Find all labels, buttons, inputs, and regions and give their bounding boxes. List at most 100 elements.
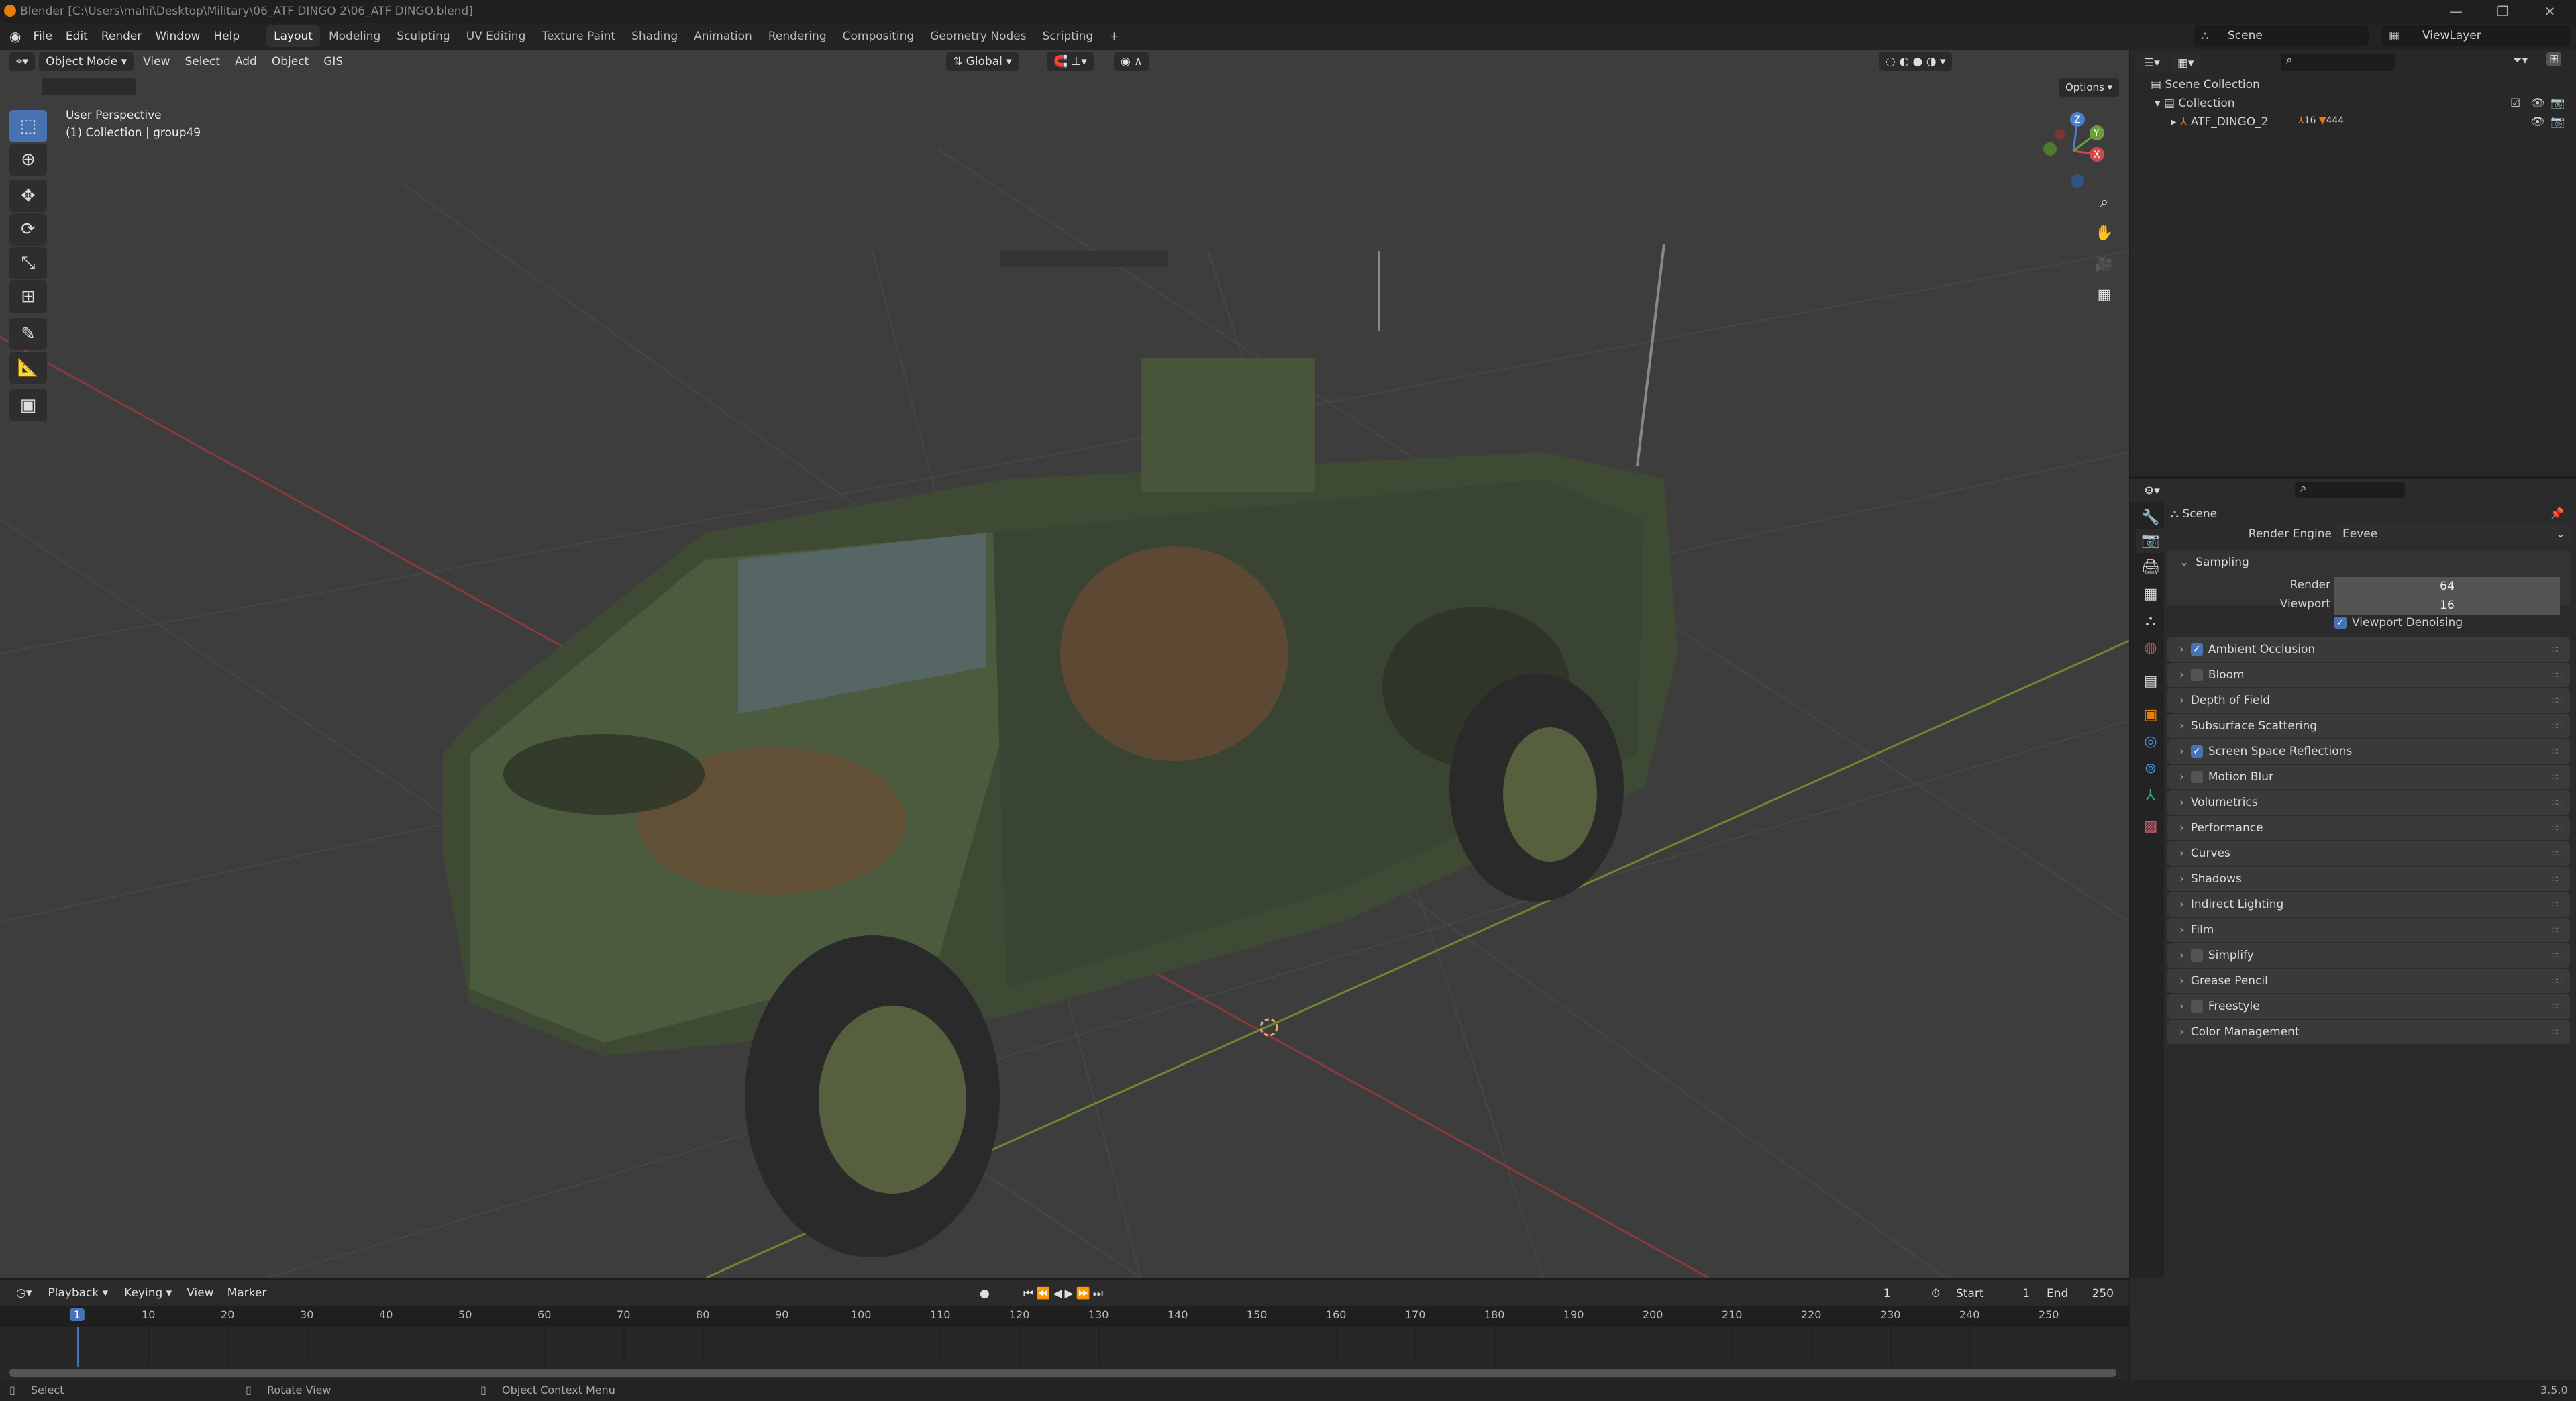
minimize-button[interactable]: — <box>2436 0 2476 23</box>
drag-handle-icon[interactable]: ∷∷ <box>2552 943 2562 968</box>
panel-depth-of-field[interactable]: › Depth of Field ∷∷ <box>2167 688 2570 713</box>
navigation-gizmo[interactable]: Z X Y <box>2033 107 2114 195</box>
rotate-tool[interactable]: ⟳ <box>9 213 47 246</box>
workspace-tab-shading[interactable]: Shading <box>624 25 685 47</box>
editor-type-button[interactable]: ⌖▾ <box>9 52 36 71</box>
drag-handle-icon[interactable]: ∷∷ <box>2552 688 2562 713</box>
new-collection-button[interactable]: ⊞ <box>2546 52 2562 66</box>
outliner-display-mode[interactable]: ☰▾ <box>2137 54 2167 72</box>
playback-menu[interactable]: Playback ▾ <box>41 1284 115 1302</box>
drag-handle-icon[interactable]: ∷∷ <box>2552 1020 2562 1044</box>
render-engine-dropdown[interactable]: Eevee ⌄ <box>2336 525 2571 543</box>
panel-enable-checkbox[interactable] <box>2190 771 2203 783</box>
scale-tool[interactable]: ⤡ <box>9 247 47 279</box>
tool-tab-icon[interactable]: 🔧 <box>2136 506 2165 530</box>
workspace-tab-modeling[interactable]: Modeling <box>321 25 388 47</box>
select-box-tool[interactable]: ⬚ <box>9 110 47 142</box>
drag-handle-icon[interactable]: ∷∷ <box>2552 841 2562 866</box>
current-frame-indicator[interactable]: 1 <box>69 1308 85 1321</box>
mode-dropdown[interactable]: Object Mode ▾ <box>39 52 134 71</box>
drag-handle-icon[interactable]: ∷∷ <box>2552 663 2562 687</box>
proportional-edit-toggle[interactable]: ◉ ∧ <box>1114 52 1149 71</box>
cursor-tool[interactable]: ⊕ <box>9 144 47 176</box>
workspace-tab-compositing[interactable]: Compositing <box>835 25 922 47</box>
panel-subsurface-scattering[interactable]: › Subsurface Scattering ∷∷ <box>2167 714 2570 738</box>
move-tool[interactable]: ✥ <box>9 180 47 212</box>
workspace-tab-sculpting[interactable]: Sculpting <box>389 25 457 47</box>
transform-tool[interactable]: ⊞ <box>9 280 47 313</box>
panel-simplify[interactable]: › Simplify ∷∷ <box>2167 943 2570 968</box>
playback-controls[interactable]: ⏮⏪◀▶⏩⏭ <box>1017 1284 1113 1303</box>
workspace-tab-uv-editing[interactable]: UV Editing <box>459 25 533 47</box>
drag-handle-icon[interactable]: ∷∷ <box>2552 765 2562 789</box>
close-button[interactable]: ✕ <box>2530 0 2570 23</box>
panel-film[interactable]: › Film ∷∷ <box>2167 918 2570 942</box>
timeline-scrollbar[interactable] <box>9 1369 2116 1377</box>
3d-viewport[interactable]: ⌖▾ Object Mode ▾ View Select Add Object … <box>0 50 2129 1278</box>
selection-mode-buttons[interactable] <box>42 78 136 95</box>
physics-tab-icon[interactable]: ◎ <box>2136 730 2165 754</box>
drag-handle-icon[interactable]: ∷∷ <box>2552 790 2562 815</box>
workspace-tab-geometry-nodes[interactable]: Geometry Nodes <box>923 25 1033 47</box>
drag-handle-icon[interactable]: ∷∷ <box>2552 739 2562 764</box>
blender-menu-icon[interactable]: ◉ <box>9 28 21 44</box>
view-layer-selector[interactable]: ▦ ViewLayer <box>2382 25 2570 46</box>
panel-enable-checkbox[interactable] <box>2190 1000 2203 1013</box>
visibility-eye-icon[interactable]: 👁 <box>2530 97 2545 110</box>
panel-enable-checkbox[interactable] <box>2190 669 2203 681</box>
expand-arrow-icon[interactable]: ▸ <box>2171 115 2177 129</box>
current-frame-field[interactable]: 1 <box>1853 1284 1920 1303</box>
panel-freestyle[interactable]: › Freestyle ∷∷ <box>2167 994 2570 1019</box>
expand-arrow-icon[interactable]: ▾ <box>2155 97 2161 110</box>
menu-window[interactable]: Window <box>148 30 207 43</box>
transform-orientation-dropdown[interactable]: ⇅ Global ▾ <box>946 52 1019 71</box>
object-tab-icon[interactable]: ▣ <box>2136 703 2165 727</box>
scene-tab-icon[interactable]: ⛬ <box>2136 609 2165 633</box>
add-cube-tool[interactable]: ▣ <box>9 389 47 421</box>
panel-ambient-occlusion[interactable]: › ✓ Ambient Occlusion ∷∷ <box>2167 637 2570 662</box>
viewport-menu-gis[interactable]: GIS <box>318 55 348 68</box>
panel-motion-blur[interactable]: › Motion Blur ∷∷ <box>2167 765 2570 789</box>
panel-enable-checkbox[interactable] <box>2190 949 2203 962</box>
shading-modes[interactable]: ◌ ◐ ● ◑ ▾ <box>1879 52 1953 71</box>
panel-volumetrics[interactable]: › Volumetrics ∷∷ <box>2167 790 2570 815</box>
drag-handle-icon[interactable]: ∷∷ <box>2552 918 2562 942</box>
viewport-menu-select[interactable]: Select <box>179 55 225 68</box>
zoom-icon[interactable]: ⌕ <box>2091 189 2118 216</box>
camera-view-icon[interactable]: 🎥 <box>2091 251 2118 278</box>
drag-handle-icon[interactable]: ∷∷ <box>2552 867 2562 891</box>
workspace-tab-animation[interactable]: Animation <box>686 25 760 47</box>
panel-shadows[interactable]: › Shadows ∷∷ <box>2167 867 2570 891</box>
exclude-checkbox[interactable]: ☑ <box>2510 97 2520 110</box>
panel-enable-checkbox[interactable]: ✓ <box>2190 745 2203 758</box>
menu-edit[interactable]: Edit <box>59 30 95 43</box>
properties-search-input[interactable]: ⌕ <box>2295 482 2405 498</box>
viewport-menu-add[interactable]: Add <box>229 55 262 68</box>
scene-selector[interactable]: ⛬ Scene <box>2194 25 2369 46</box>
render-camera-icon[interactable]: 📷 <box>2551 115 2565 129</box>
workspace-tab-layout[interactable]: Layout <box>266 25 320 47</box>
drag-handle-icon[interactable]: ∷∷ <box>2552 969 2562 993</box>
drag-handle-icon[interactable]: ∷∷ <box>2552 637 2562 662</box>
constraints-tab-icon[interactable]: ⊚ <box>2136 757 2165 781</box>
filter-icon[interactable]: ⏷▾ <box>2513 54 2528 67</box>
panel-indirect-lighting[interactable]: › Indirect Lighting ∷∷ <box>2167 892 2570 917</box>
outliner-item-atf-dingo[interactable]: ▸ ⅄ ATF_DINGO_2 ⅄16 ▼444 👁 📷 <box>2171 115 2571 129</box>
collection-tab-icon[interactable]: ▤ <box>2136 670 2165 694</box>
drag-handle-icon[interactable]: ∷∷ <box>2552 714 2562 738</box>
render-tab-icon[interactable]: 📷 <box>2136 529 2165 553</box>
object-data-tab-icon[interactable]: ⅄ <box>2136 784 2165 808</box>
outliner-item-collection[interactable]: ▾ ▤ Collection ☑ 👁 📷 <box>2155 97 2571 110</box>
timeline-menu-view[interactable]: View <box>181 1286 219 1300</box>
texture-tab-icon[interactable]: ▩ <box>2136 815 2165 839</box>
timeline-menu-marker[interactable]: Marker <box>222 1286 272 1300</box>
visibility-eye-icon[interactable]: 👁 <box>2530 115 2545 129</box>
panel-grease-pencil[interactable]: › Grease Pencil ∷∷ <box>2167 969 2570 993</box>
timeline-editor-type[interactable]: ◷▾ <box>9 1284 39 1302</box>
menu-file[interactable]: File <box>26 30 58 43</box>
menu-render[interactable]: Render <box>95 30 149 43</box>
output-tab-icon[interactable]: 🖨 <box>2136 556 2165 580</box>
viewport-denoising-checkbox[interactable]: ✓ Viewport Denoising <box>2334 616 2463 629</box>
panel-curves[interactable]: › Curves ∷∷ <box>2167 841 2570 866</box>
end-frame-field[interactable]: End 250 <box>2040 1284 2120 1303</box>
